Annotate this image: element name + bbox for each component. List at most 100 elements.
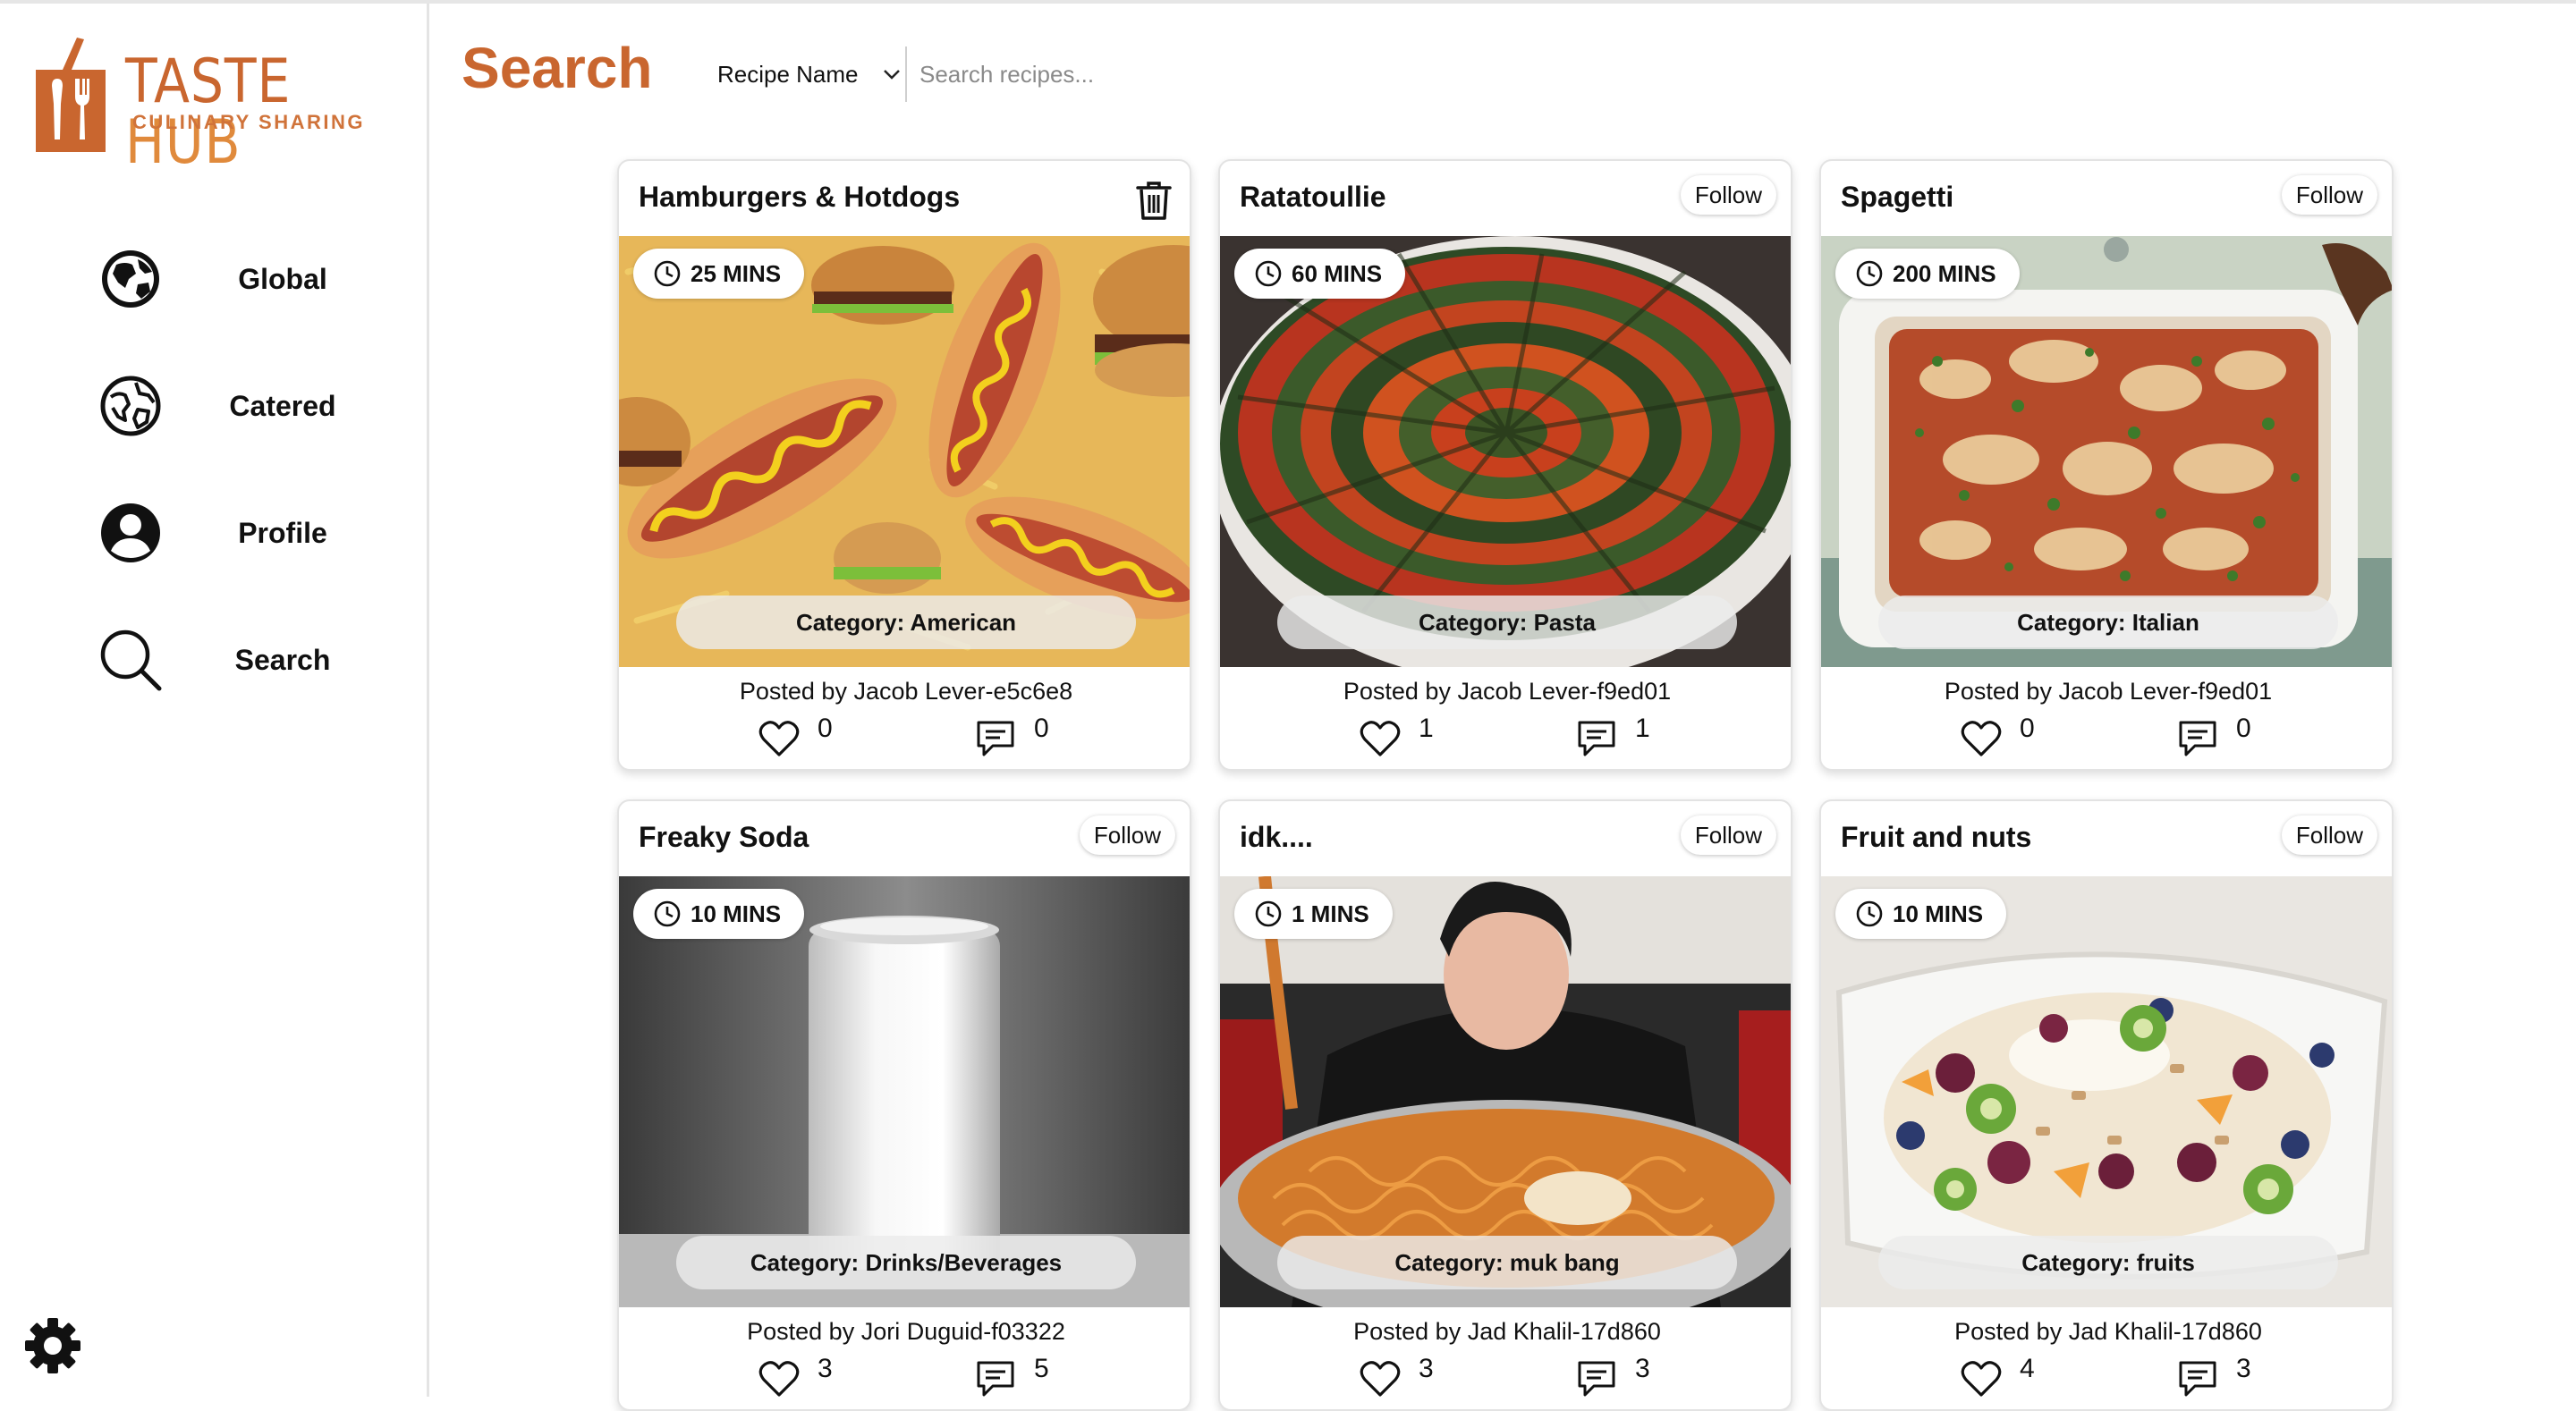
sidebar-item-global[interactable]: Global bbox=[95, 243, 381, 315]
comment-icon bbox=[977, 1361, 1014, 1397]
sidebar-item-catered[interactable]: Catered bbox=[95, 370, 381, 442]
chevron-down-icon bbox=[884, 70, 900, 80]
category-badge: Category: Drinks/Beverages bbox=[676, 1236, 1136, 1289]
follow-button[interactable]: Follow bbox=[1680, 175, 1776, 215]
heart-icon bbox=[1360, 1361, 1401, 1397]
sidebar-item-search[interactable]: Search bbox=[95, 624, 381, 696]
recipe-title: Spagetti bbox=[1841, 181, 1954, 213]
cook-time: 1 MINS bbox=[1292, 900, 1369, 927]
cook-time-badge: 1 MINS bbox=[1234, 889, 1393, 939]
cook-time-badge: 200 MINS bbox=[1835, 249, 2020, 299]
heart-icon bbox=[1961, 1361, 2002, 1397]
follow-button[interactable]: Follow bbox=[1079, 815, 1175, 855]
recipe-title: Fruit and nuts bbox=[1841, 821, 2032, 853]
like-count: 3 bbox=[818, 1354, 833, 1383]
recipe-card[interactable]: Ratatoullie Follow 60 MINS Category: Pas… bbox=[1218, 159, 1792, 771]
like-count: 4 bbox=[2020, 1354, 2035, 1383]
recipe-title: Freaky Soda bbox=[639, 821, 809, 853]
gear-icon[interactable] bbox=[23, 1316, 82, 1375]
comment-icon bbox=[2179, 1361, 2216, 1397]
category-badge: Category: Italian bbox=[1878, 596, 2338, 649]
clock-icon bbox=[1856, 900, 1883, 927]
comment-count: 3 bbox=[1635, 1354, 1650, 1383]
recipe-image[interactable]: 10 MINS Category: Drinks/Beverages bbox=[619, 876, 1190, 1307]
heart-icon bbox=[1961, 721, 2002, 756]
posted-by: Posted by Jad Khalil-17d860 bbox=[1353, 1318, 1661, 1345]
comment-count: 0 bbox=[1034, 714, 1049, 743]
recipe-image[interactable]: 200 MINS Category: Italian bbox=[1821, 236, 2392, 667]
globe-outline-icon bbox=[100, 376, 161, 436]
cook-time-badge: 10 MINS bbox=[633, 889, 805, 939]
search-input[interactable] bbox=[919, 46, 1420, 102]
recipe-card[interactable]: idk.... Follow 1 MINS Category: muk bang bbox=[1218, 799, 1792, 1411]
taste-hub-logo[interactable]: TASTE HUB CULINARY SHARING bbox=[32, 34, 408, 173]
like-count: 0 bbox=[818, 714, 833, 743]
comment-count: 5 bbox=[1034, 1354, 1049, 1383]
comment-icon bbox=[1578, 721, 1615, 756]
sidebar-item-label: Global bbox=[238, 263, 327, 295]
posted-by: Posted by Jacob Lever-e5c6e8 bbox=[739, 678, 1073, 705]
globe-filled-icon bbox=[102, 250, 159, 308]
comment-count: 0 bbox=[2236, 714, 2251, 743]
recipe-card[interactable]: Freaky Soda Follow 10 MINS Category: Dri… bbox=[617, 799, 1191, 1411]
posted-by: Posted by Jacob Lever-f9ed01 bbox=[1343, 678, 1672, 705]
cook-time: 10 MINS bbox=[1893, 900, 1984, 927]
comment-icon bbox=[2179, 721, 2216, 756]
clock-icon bbox=[654, 900, 681, 927]
like-count: 3 bbox=[1419, 1354, 1434, 1383]
recipe-title: idk.... bbox=[1240, 821, 1313, 853]
posted-by: Posted by Jad Khalil-17d860 bbox=[1954, 1318, 2262, 1345]
clock-icon bbox=[654, 260, 681, 287]
follow-button[interactable]: Follow bbox=[2281, 175, 2377, 215]
cook-time-badge: 10 MINS bbox=[1835, 889, 2007, 939]
clock-icon bbox=[1856, 260, 1883, 287]
comment-icon bbox=[1578, 1361, 1615, 1397]
comment-count: 3 bbox=[2236, 1354, 2251, 1383]
recipe-image[interactable]: 10 MINS Category: fruits bbox=[1821, 876, 2392, 1307]
category-badge: Category: fruits bbox=[1878, 1236, 2338, 1289]
heart-icon bbox=[758, 721, 800, 756]
sidebar-item-profile[interactable]: Profile bbox=[95, 497, 381, 569]
follow-button[interactable]: Follow bbox=[2281, 815, 2377, 855]
like-count: 1 bbox=[1419, 714, 1434, 743]
cook-time: 60 MINS bbox=[1292, 259, 1383, 287]
heart-icon bbox=[758, 1361, 800, 1397]
recipe-card[interactable]: Spagetti Follow 200 MINS Category: Itali… bbox=[1819, 159, 2394, 771]
follow-button[interactable]: Follow bbox=[1680, 815, 1776, 855]
sidebar: TASTE HUB CULINARY SHARING Global Catere… bbox=[0, 4, 429, 1397]
comment-icon bbox=[977, 721, 1014, 756]
cook-time-badge: 25 MINS bbox=[633, 249, 805, 299]
clock-icon bbox=[1255, 900, 1282, 927]
sidebar-item-label: Catered bbox=[229, 390, 336, 422]
search-filter-select[interactable]: Recipe Name bbox=[707, 46, 907, 102]
posted-by: Posted by Jori Duguid-f03322 bbox=[747, 1318, 1065, 1345]
logo-subtitle: CULINARY SHARING bbox=[132, 111, 366, 133]
cook-time-badge: 60 MINS bbox=[1234, 249, 1406, 299]
sidebar-item-label: Search bbox=[234, 644, 331, 676]
category-badge: Category: Pasta bbox=[1277, 596, 1737, 649]
user-circle-icon bbox=[101, 503, 160, 562]
heart-icon bbox=[1360, 721, 1401, 756]
clock-icon bbox=[1255, 260, 1282, 287]
sidebar-item-label: Profile bbox=[238, 517, 327, 549]
recipe-image[interactable]: 25 MINS Category: American bbox=[619, 236, 1190, 667]
recipe-title: Ratatoullie bbox=[1240, 181, 1386, 213]
cook-time: 10 MINS bbox=[691, 900, 782, 927]
recipe-title: Hamburgers & Hotdogs bbox=[639, 181, 961, 213]
cook-time: 200 MINS bbox=[1893, 259, 1996, 287]
recipe-card[interactable]: Hamburgers & Hotdogs 25 MINS Category: A… bbox=[617, 159, 1191, 771]
recipe-card[interactable]: Fruit and nuts Follow 10 MINS Category: … bbox=[1819, 799, 2394, 1411]
recipe-image[interactable]: 1 MINS Category: muk bang bbox=[1220, 876, 1791, 1307]
posted-by: Posted by Jacob Lever-f9ed01 bbox=[1944, 678, 2273, 705]
filter-selected-value: Recipe Name bbox=[717, 61, 859, 88]
cook-time: 25 MINS bbox=[691, 259, 782, 287]
search-icon bbox=[100, 629, 162, 691]
comment-count: 1 bbox=[1635, 714, 1650, 743]
like-count: 0 bbox=[2020, 714, 2035, 743]
logo-mark-icon bbox=[36, 38, 106, 152]
category-badge: Category: muk bang bbox=[1277, 1236, 1737, 1289]
page-title: Search bbox=[462, 36, 653, 100]
recipe-image[interactable]: 60 MINS Category: Pasta bbox=[1220, 236, 1791, 667]
trash-icon[interactable] bbox=[1134, 179, 1174, 222]
category-badge: Category: American bbox=[676, 596, 1136, 649]
